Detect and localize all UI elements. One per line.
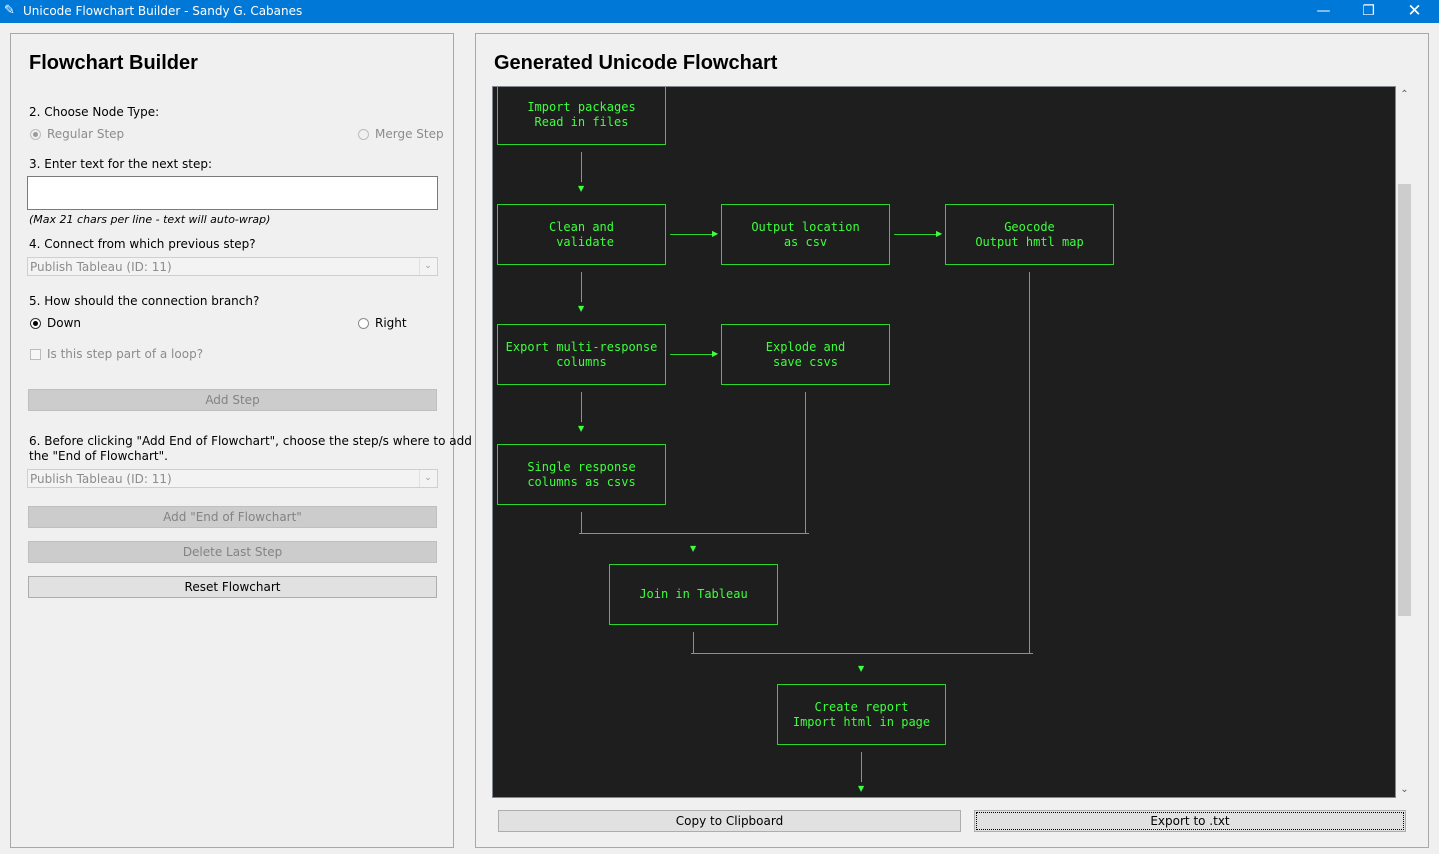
end-label-line2: the "End of Flowchart". [29, 449, 168, 463]
flow-node: Explode and save csvs [721, 324, 890, 385]
connect-from-value: Publish Tableau (ID: 11) [30, 260, 172, 274]
step-text-label: 3. Enter text for the next step: [29, 157, 213, 171]
add-end-button[interactable]: Add "End of Flowchart" [28, 506, 437, 528]
arrow-down-icon: ▼ [578, 184, 585, 193]
arrow-down-icon: ▼ [578, 304, 585, 313]
connector-line [581, 272, 582, 302]
reset-flowchart-button[interactable]: Reset Flowchart [28, 576, 437, 598]
scroll-down-icon[interactable]: ⌄ [1396, 781, 1413, 798]
title-bar: ✎ Unicode Flowchart Builder - Sandy G. C… [0, 0, 1439, 23]
connector-line [691, 653, 1033, 654]
connector-line [894, 234, 938, 235]
flow-node: Create report Import html in page [777, 684, 946, 745]
connect-from-select[interactable]: Publish Tableau (ID: 11) ⌄ [27, 257, 438, 276]
flow-node: Output location as csv [721, 204, 890, 265]
output-heading: Generated Unicode Flowchart [494, 52, 778, 74]
connect-from-label: 4. Connect from which previous step? [29, 237, 256, 251]
connector-line [581, 152, 582, 182]
add-step-button[interactable]: Add Step [28, 389, 437, 411]
loop-checkbox[interactable] [30, 349, 41, 360]
restore-button[interactable]: ❐ [1346, 0, 1391, 23]
flow-node: Join in Tableau [609, 564, 778, 625]
loop-label[interactable]: Is this step part of a loop? [47, 347, 203, 361]
minimize-button[interactable]: — [1301, 0, 1346, 23]
window-title: Unicode Flowchart Builder - Sandy G. Cab… [23, 4, 303, 18]
arrow-right-icon: ▶ [712, 229, 719, 238]
regular-step-label[interactable]: Regular Step [47, 127, 124, 141]
connector-line [581, 392, 582, 422]
arrow-right-icon: ▶ [936, 229, 943, 238]
connector-line [581, 512, 582, 534]
connector-line [579, 533, 809, 534]
connector-line [670, 354, 714, 355]
flow-node: Single response columns as csvs [497, 444, 666, 505]
branch-down-label[interactable]: Down [47, 316, 81, 330]
end-step-value: Publish Tableau (ID: 11) [30, 472, 172, 486]
branch-label: 5. How should the connection branch? [29, 294, 260, 308]
close-button[interactable]: ✕ [1392, 0, 1437, 23]
connector-line [670, 234, 714, 235]
connector-line [861, 752, 862, 782]
scroll-up-icon[interactable]: ⌃ [1396, 86, 1413, 103]
scrollbar-thumb[interactable] [1398, 184, 1411, 616]
chevron-down-icon[interactable]: ⌄ [419, 258, 436, 275]
branch-down-radio[interactable] [30, 318, 41, 329]
wrap-hint: (Max 21 chars per line - text will auto-… [29, 213, 271, 226]
merge-step-radio[interactable] [358, 129, 369, 140]
connector-line [805, 392, 806, 534]
step-text-input[interactable] [27, 176, 438, 210]
flow-node: Export multi-response columns [497, 324, 666, 385]
end-step-select[interactable]: Publish Tableau (ID: 11) ⌄ [27, 469, 438, 488]
export-txt-button[interactable]: Export to .txt [974, 810, 1406, 832]
end-label-line1: 6. Before clicking "Add End of Flowchart… [29, 434, 472, 448]
chevron-down-icon[interactable]: ⌄ [419, 470, 436, 487]
merge-step-label[interactable]: Merge Step [375, 127, 444, 141]
flow-node: Clean and validate [497, 204, 666, 265]
builder-heading: Flowchart Builder [29, 52, 198, 74]
flow-node: Geocode Output hmtl map [945, 204, 1114, 265]
arrow-right-icon: ▶ [712, 349, 719, 358]
connector-line [1029, 272, 1030, 654]
copy-to-clipboard-button[interactable]: Copy to Clipboard [498, 810, 961, 832]
branch-right-radio[interactable] [358, 318, 369, 329]
arrow-down-icon: ▼ [690, 544, 697, 553]
branch-right-label[interactable]: Right [375, 316, 407, 330]
delete-last-step-button[interactable]: Delete Last Step [28, 541, 437, 563]
node-type-label: 2. Choose Node Type: [29, 105, 160, 119]
arrow-down-icon: ▼ [578, 424, 585, 433]
arrow-down-icon: ▼ [858, 664, 865, 673]
feather-icon: ✎ [4, 3, 15, 18]
arrow-down-icon: ▼ [858, 784, 865, 793]
regular-step-radio[interactable] [30, 129, 41, 140]
connector-line [693, 632, 694, 654]
flow-node: Import packages Read in files [497, 87, 666, 145]
flowchart-canvas[interactable]: Import packages Read in files Clean and v… [492, 86, 1396, 798]
